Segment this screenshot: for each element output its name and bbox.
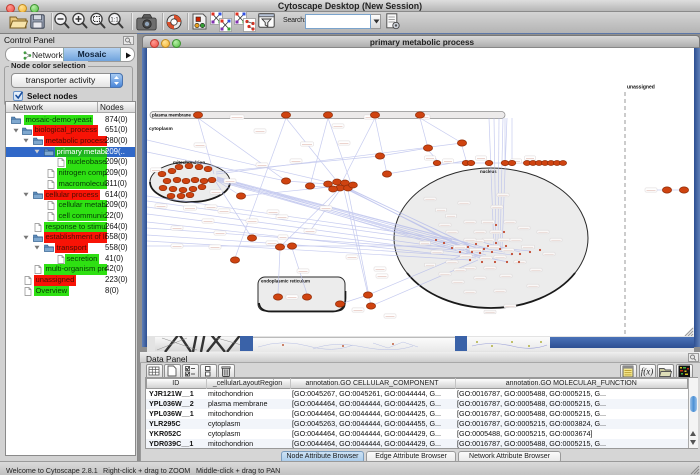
svg-text:unassigned: unassigned [627,85,655,91]
svg-text:plasma membrane: plasma membrane [152,113,191,118]
svg-text:1:1: 1:1 [110,18,119,24]
svg-text:cytoplasm: cytoplasm [149,126,173,132]
svg-text:f(x): f(x) [640,367,653,377]
